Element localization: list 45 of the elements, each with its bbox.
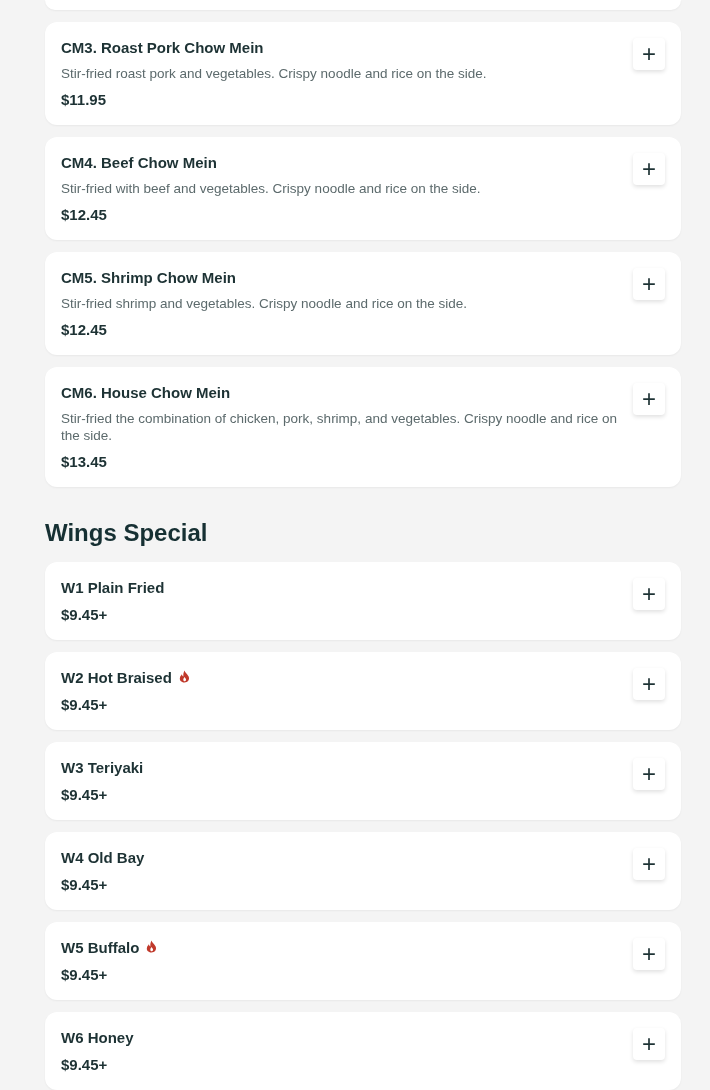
item-price: $9.45+: [61, 1056, 109, 1074]
item-name: CM3. Roast Pork Chow Mein: [61, 39, 264, 57]
item-name: CM4. Beef Chow Mein: [61, 154, 217, 172]
item-price: $9.45+: [61, 786, 109, 804]
add-button[interactable]: +: [633, 268, 665, 300]
item-description: Stir-fried with beef and vegetables. Crispy noodle and rice on the side.: [61, 180, 481, 197]
item-price: $9.45+: [61, 696, 109, 714]
menu-item-card[interactable]: W2 Hot Braised $9.45+ +: [45, 652, 681, 730]
item-name: W1 Plain Fried: [61, 579, 165, 597]
add-button[interactable]: +: [633, 383, 665, 415]
add-button[interactable]: +: [633, 758, 665, 790]
section-heading: Wings Special: [45, 518, 209, 548]
add-button[interactable]: +: [633, 1028, 665, 1060]
menu-item-card[interactable]: W6 Honey $9.45+ +: [45, 1012, 681, 1090]
item-name: CM5. Shrimp Chow Mein: [61, 269, 236, 287]
add-button[interactable]: +: [633, 938, 665, 970]
menu-item-card[interactable]: CM3. Roast Pork Chow Mein Stir-fried roast pork and vegetables. Crispy noodle and rice on the side. $11.95 +: [45, 22, 681, 125]
add-button[interactable]: +: [633, 668, 665, 700]
menu-item-card[interactable]: CM4. Beef Chow Mein Stir-fried with beef and vegetables. Crispy noodle and rice on the side. $12.45 +: [45, 137, 681, 240]
item-description: Stir-fried roast pork and vegetables. Crispy noodle and rice on the side.: [61, 65, 487, 82]
item-description: Stir-fried shrimp and vegetables. Crispy noodle and rice on the side.: [61, 295, 467, 312]
item-description: Stir-fried the combination of chicken, pork, shrimp, and vegetables. Crispy noodle and rice on the side.: [61, 410, 619, 444]
item-name: W4 Old Bay: [61, 849, 145, 867]
add-button[interactable]: +: [633, 153, 665, 185]
menu-item-card[interactable]: CM5. Shrimp Chow Mein Stir-fried shrimp and vegetables. Crispy noodle and rice on the side. $12.45 +: [45, 252, 681, 355]
menu-item-card[interactable]: W4 Old Bay $9.45+ +: [45, 832, 681, 910]
item-price: $9.45+: [61, 606, 109, 624]
item-name: W5 Buffalo: [61, 939, 140, 957]
item-name: W6 Honey: [61, 1029, 134, 1047]
item-price: $9.45+: [61, 876, 109, 894]
item-price: $13.45: [61, 453, 108, 471]
item-name: W3 Teriyaki: [61, 759, 144, 777]
add-button[interactable]: +: [633, 848, 665, 880]
add-button[interactable]: +: [633, 578, 665, 610]
add-button[interactable]: +: [633, 38, 665, 70]
item-price: $12.45: [61, 206, 108, 224]
item-name: CM6. House Chow Mein: [61, 384, 231, 402]
item-name: W2 Hot Braised: [61, 669, 172, 687]
item-price: $11.95: [61, 91, 108, 109]
menu-item-card[interactable]: W5 Buffalo $9.45+ +: [45, 922, 681, 1000]
item-price: $9.45+: [61, 966, 109, 984]
menu-item-card[interactable]: CM6. House Chow Mein Stir-fried the combination of chicken, pork, shrimp, and vegetables. Crispy noodle and rice on the side. $13.45 +: [45, 367, 681, 487]
item-price: $12.45: [61, 321, 108, 339]
menu-item-card[interactable]: W3 Teriyaki $9.45+ +: [45, 742, 681, 820]
menu-item-card[interactable]: W1 Plain Fried $9.45+ +: [45, 562, 681, 640]
